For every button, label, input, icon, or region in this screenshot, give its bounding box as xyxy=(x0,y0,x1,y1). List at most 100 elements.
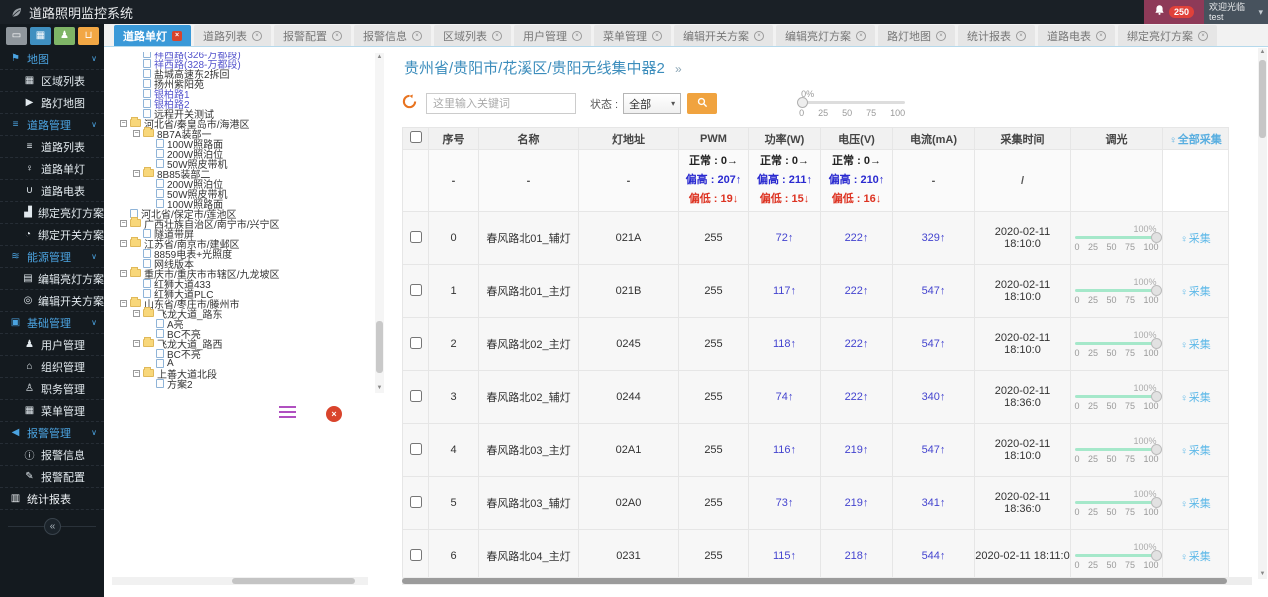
sidebar-item[interactable]: ◔ 绑定开关方案 xyxy=(0,224,104,246)
slider-track[interactable] xyxy=(1074,338,1162,349)
sidebar-item[interactable]: ♙ 职务管理 xyxy=(0,378,104,400)
tab[interactable]: 道路电表 × xyxy=(1038,25,1115,46)
row-checkbox[interactable] xyxy=(409,336,422,349)
sidebar-item[interactable]: ≡ 道路管理 ∨ xyxy=(0,114,104,136)
close-icon[interactable]: × xyxy=(332,30,342,41)
collapse-toggle-icon[interactable]: − xyxy=(120,119,127,127)
row-checkbox[interactable] xyxy=(409,230,422,243)
tree-node[interactable]: − 山东省/枣庄市/滕州市 xyxy=(116,297,366,311)
search-input[interactable] xyxy=(426,93,576,114)
quickbtn-monitor[interactable]: ▭ xyxy=(6,27,27,45)
collapse-toggle-icon[interactable]: − xyxy=(133,169,140,177)
collapse-toggle-icon[interactable]: − xyxy=(120,219,127,227)
tree-node[interactable]: 200W照泊位 xyxy=(116,178,366,191)
tab[interactable]: 报警信息 × xyxy=(354,25,431,46)
tab[interactable]: 编辑开关方案 × xyxy=(674,25,773,46)
tree-scrollbar-thumb[interactable] xyxy=(376,321,383,373)
quickbtn-regions[interactable]: ▦ xyxy=(30,27,51,45)
tab[interactable]: 道路列表 × xyxy=(194,25,271,46)
master-dim-slider[interactable]: 0% 0 25 50 75 100 xyxy=(797,89,906,118)
close-icon[interactable]: × xyxy=(1016,30,1026,41)
sidebar-item[interactable]: ⚑ 地图 ∨ xyxy=(0,48,104,70)
dim-slider[interactable]: 100% 0 25 50 75 100 xyxy=(1074,436,1162,464)
sidebar-item[interactable]: ♀ 道路单灯 xyxy=(0,158,104,180)
tree-node[interactable]: 方案2 xyxy=(116,378,366,391)
refresh-icon[interactable] xyxy=(402,93,420,114)
row-checkbox[interactable] xyxy=(409,495,422,508)
tree-close-icon[interactable]: × xyxy=(326,406,342,422)
row-checkbox[interactable] xyxy=(409,283,422,296)
tab[interactable]: 报警配置 × xyxy=(274,25,351,46)
sidebar-item[interactable]: ▦ 区域列表 xyxy=(0,70,104,92)
collect-link[interactable]: ♀采集 xyxy=(1180,551,1211,563)
close-icon[interactable]: × xyxy=(412,30,422,41)
sidebar-item[interactable]: ⓘ 报警信息 xyxy=(0,444,104,466)
tab[interactable]: 区域列表 × xyxy=(434,25,511,46)
collapse-toggle-icon[interactable]: − xyxy=(133,339,140,347)
slider-handle[interactable] xyxy=(1150,232,1162,243)
close-icon[interactable]: × xyxy=(856,30,866,41)
search-button[interactable] xyxy=(687,93,718,114)
slider-track[interactable] xyxy=(1074,497,1162,508)
status-select[interactable]: 全部 ▾ xyxy=(623,93,682,114)
tab[interactable]: 路灯地图 × xyxy=(878,25,955,46)
sidebar-item[interactable]: ♟ 用户管理 xyxy=(0,334,104,356)
collapse-toggle-icon[interactable]: − xyxy=(120,299,127,307)
close-icon[interactable]: × xyxy=(172,30,182,41)
collapse-toggle-icon[interactable]: − xyxy=(120,269,127,277)
tree-node[interactable]: A xyxy=(116,358,366,369)
tree-node[interactable]: −8B85装部二 xyxy=(116,167,366,181)
row-checkbox[interactable] xyxy=(409,389,422,402)
tab[interactable]: 绑定亮灯方案 × xyxy=(1118,25,1217,46)
sidebar-item[interactable]: ∪ 道路电表 xyxy=(0,180,104,202)
sidebar-item[interactable]: ⌂ 组织管理 xyxy=(0,356,104,378)
tree-node[interactable]: − 飞龙大道_路西 xyxy=(116,337,366,351)
slider-track[interactable] xyxy=(1074,550,1162,561)
tree-hscrollbar-thumb[interactable] xyxy=(232,578,356,584)
close-icon[interactable]: × xyxy=(1198,30,1208,41)
tree-node[interactable]: A亮 xyxy=(116,318,366,331)
close-icon[interactable]: × xyxy=(652,30,662,41)
tab[interactable]: 菜单管理 × xyxy=(594,25,671,46)
quickbtn-trash[interactable]: ⊔ xyxy=(78,27,99,45)
slider-handle[interactable] xyxy=(1150,444,1162,455)
sidebar-item[interactable]: ✎ 报警配置 xyxy=(0,466,104,488)
collect-link[interactable]: ♀采集 xyxy=(1180,392,1211,404)
tree-node[interactable]: − 飞龙大道_路东 xyxy=(116,307,366,321)
breadcrumb-path[interactable]: 贵州省/贵阳市/花溪区/贵阳无线集中器2 xyxy=(404,60,665,77)
dim-slider[interactable]: 100% 0 25 50 75 100 xyxy=(1074,489,1162,517)
row-checkbox[interactable] xyxy=(409,442,422,455)
tree-hscrollbar[interactable] xyxy=(112,577,368,585)
dim-slider[interactable]: 100% 0 25 50 75 100 xyxy=(1074,330,1162,358)
notification-button[interactable]: 250 xyxy=(1144,0,1204,24)
tree-node[interactable]: BC不亮 xyxy=(116,328,366,341)
sidebar-item[interactable]: ▶ 路灯地图 xyxy=(0,92,104,114)
slider-track[interactable] xyxy=(1074,444,1162,455)
slider-handle[interactable] xyxy=(1150,497,1162,508)
dim-slider[interactable]: 100% 0 25 50 75 100 xyxy=(1074,277,1162,305)
tree-list-view-icon[interactable] xyxy=(279,406,296,419)
sidebar-item[interactable]: ▤ 编辑亮灯方案 xyxy=(0,268,104,290)
tab[interactable]: 统计报表 × xyxy=(958,25,1035,46)
slider-track[interactable] xyxy=(797,97,906,108)
quickbtn-user[interactable]: ♟ xyxy=(54,27,75,45)
close-icon[interactable]: × xyxy=(252,30,262,41)
collapse-sidebar-button[interactable]: « xyxy=(44,518,61,535)
sidebar-item[interactable]: ≡ 道路列表 xyxy=(0,136,104,158)
collapse-toggle-icon[interactable]: − xyxy=(133,369,140,377)
tree-node[interactable]: − 河北省/秦皇岛市/海港区 xyxy=(116,117,366,131)
slider-handle[interactable] xyxy=(1150,285,1162,296)
row-checkbox[interactable] xyxy=(409,548,422,561)
slider-track[interactable] xyxy=(1074,391,1162,402)
tab[interactable]: 用户管理 × xyxy=(514,25,591,46)
sidebar-item[interactable]: ≋ 能源管理 ∨ xyxy=(0,246,104,268)
sidebar-item[interactable]: ◀ 报警管理 ∨ xyxy=(0,422,104,444)
scroll-up-icon[interactable]: ▲ xyxy=(375,53,384,62)
scroll-down-icon[interactable]: ▼ xyxy=(375,384,384,393)
scroll-up-icon[interactable]: ▲ xyxy=(1258,48,1267,57)
tree-node[interactable]: 200W照泊位 xyxy=(116,148,366,161)
sidebar-item[interactable]: ◎ 编辑开关方案 xyxy=(0,290,104,312)
close-icon[interactable]: × xyxy=(1096,30,1106,41)
tree-node[interactable]: 50W照皮带机 xyxy=(116,188,366,201)
page-scrollbar[interactable]: ▲ ▼ xyxy=(1258,48,1267,579)
